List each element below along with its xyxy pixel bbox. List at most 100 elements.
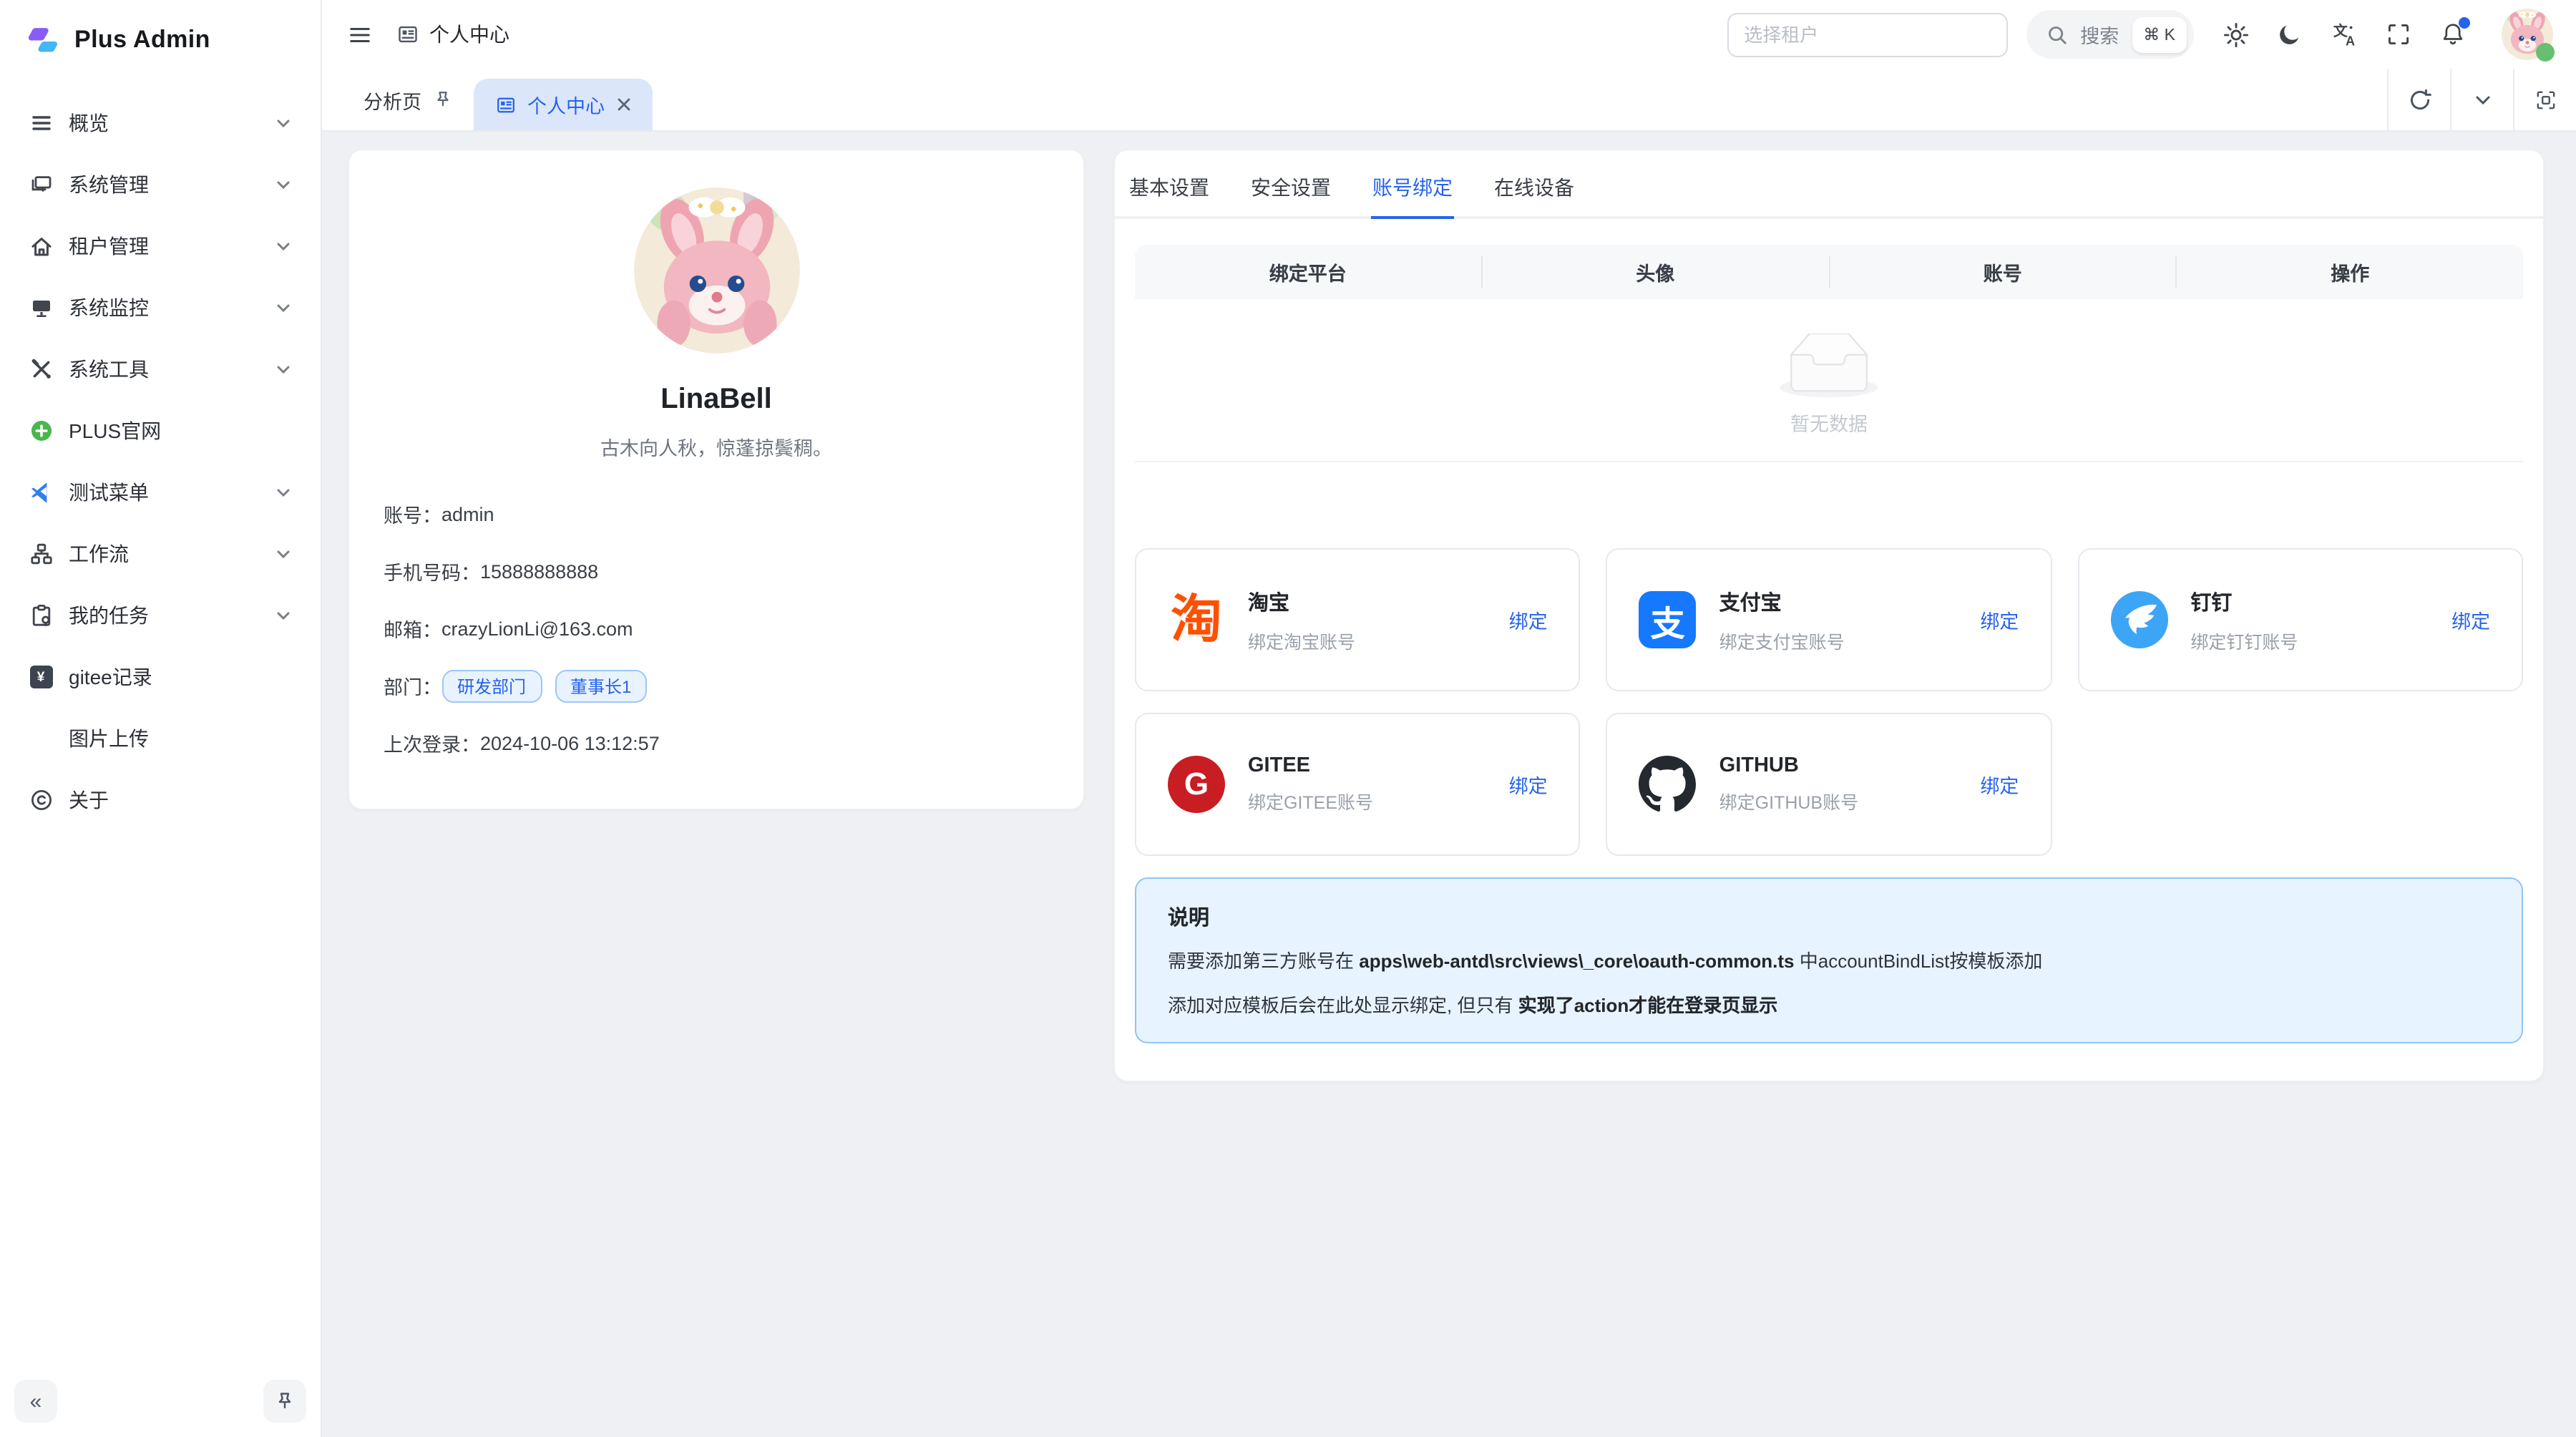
tab-security-settings[interactable]: 安全设置 bbox=[1249, 167, 1332, 216]
sidebar-item-tenant-management[interactable]: 租户管理 bbox=[14, 218, 306, 275]
sidebar-item-my-tasks[interactable]: 我的任务 bbox=[14, 587, 306, 644]
tab-analytics[interactable]: 分析页 bbox=[342, 69, 473, 130]
settings-button[interactable] bbox=[2212, 11, 2258, 57]
breadcrumb[interactable]: 个人中心 bbox=[396, 20, 509, 49]
chevron-down-icon bbox=[275, 484, 292, 501]
email-value: crazyLionLi@163.com bbox=[441, 618, 633, 639]
platform-name: 淘宝 bbox=[1248, 586, 1355, 616]
moon-icon bbox=[2277, 21, 2303, 47]
sidebar: Plus Admin 概览 系统管理 租户管理 bbox=[0, 0, 322, 1437]
app-title: Plus Admin bbox=[74, 26, 210, 54]
column-header-platform: 绑定平台 bbox=[1135, 258, 1481, 286]
tools-icon bbox=[29, 357, 53, 381]
copyright-icon bbox=[29, 788, 53, 812]
sidebar-toggle-button[interactable] bbox=[336, 11, 382, 57]
search-icon bbox=[2046, 24, 2067, 45]
svg-text:A: A bbox=[2345, 33, 2354, 47]
notifications-button[interactable] bbox=[2430, 11, 2476, 57]
github-icon bbox=[1639, 756, 1697, 813]
tab-label: 个人中心 bbox=[527, 90, 605, 119]
tab-basic-settings[interactable]: 基本设置 bbox=[1128, 167, 1211, 216]
content-fullscreen-button[interactable] bbox=[2513, 69, 2576, 130]
sidebar-item-overview[interactable]: 概览 bbox=[14, 94, 306, 152]
online-status-dot bbox=[2536, 43, 2555, 62]
vscode-icon bbox=[29, 480, 53, 505]
platform-desc: 绑定钉钉账号 bbox=[2190, 626, 2298, 653]
chevron-down-icon bbox=[2472, 89, 2492, 109]
pin-icon[interactable] bbox=[433, 90, 452, 109]
close-icon[interactable] bbox=[616, 97, 630, 112]
chevron-down-icon bbox=[275, 238, 292, 255]
settings-panel: 基本设置 安全设置 账号绑定 在线设备 绑定平台 头像 账号 操作 bbox=[1113, 149, 2545, 1082]
refresh-button[interactable] bbox=[2387, 69, 2450, 130]
global-search-button[interactable]: 搜索 ⌘ K bbox=[2026, 10, 2194, 59]
sidebar-item-workflow[interactable]: 工作流 bbox=[14, 525, 306, 583]
column-header-actions: 操作 bbox=[2177, 258, 2524, 286]
platform-name: GITHUB bbox=[1719, 754, 1858, 777]
note-title: 说明 bbox=[1168, 902, 2490, 932]
sidebar-item-test-menu[interactable]: 测试菜单 bbox=[14, 464, 306, 521]
binding-card-github: GITHUB 绑定GITHUB账号 绑定 bbox=[1606, 713, 2052, 856]
fullscreen-button[interactable] bbox=[2376, 11, 2421, 57]
account-value: admin bbox=[441, 503, 494, 525]
monitor-icon bbox=[29, 172, 53, 197]
dark-mode-button[interactable] bbox=[2267, 11, 2313, 57]
sidebar-item-image-upload[interactable]: 图片上传 bbox=[14, 710, 306, 767]
binding-card-gitee: G GITEE 绑定GITEE账号 绑定 bbox=[1135, 713, 1581, 856]
user-avatar[interactable] bbox=[2502, 9, 2553, 60]
bind-link[interactable]: 绑定 bbox=[2451, 605, 2490, 634]
translate-icon: 文A bbox=[2331, 21, 2358, 48]
column-header-avatar: 头像 bbox=[1483, 258, 1829, 286]
profile-account-row: 账号： admin bbox=[384, 497, 1049, 531]
empty-state: 暂无数据 bbox=[1135, 299, 2523, 462]
tenant-select-input[interactable] bbox=[1727, 12, 2007, 57]
sidebar-item-system-tools[interactable]: 系统工具 bbox=[14, 341, 306, 398]
main-area: 个人中心 搜索 ⌘ K bbox=[322, 0, 2576, 1437]
sidebar-item-label: 我的任务 bbox=[69, 601, 149, 630]
column-header-account: 账号 bbox=[1830, 258, 2176, 286]
fullscreen-icon bbox=[2386, 21, 2411, 47]
content-area: LinaBell 古木向人秋，惊蓬掠鬓稠。 账号： admin 手机号码： 15… bbox=[322, 132, 2576, 1437]
header-actions: 搜索 ⌘ K 文 bbox=[1727, 9, 2553, 60]
table-header-row: 绑定平台 头像 账号 操作 bbox=[1135, 245, 2523, 299]
tab-online-devices[interactable]: 在线设备 bbox=[1493, 167, 1576, 216]
gear-icon bbox=[2222, 21, 2249, 48]
bind-link[interactable]: 绑定 bbox=[1509, 605, 1548, 634]
sidebar-item-label: gitee记录 bbox=[69, 663, 152, 691]
sidebar-item-system-management[interactable]: 系统管理 bbox=[14, 156, 306, 213]
sidebar-item-gitee-record[interactable]: ¥ gitee记录 bbox=[14, 648, 306, 706]
tab-account-binding[interactable]: 账号绑定 bbox=[1371, 167, 1454, 219]
tab-menu-button[interactable] bbox=[2450, 69, 2513, 130]
language-button[interactable]: 文A bbox=[2321, 11, 2367, 57]
sidebar-item-label: 租户管理 bbox=[69, 232, 149, 260]
profile-card-icon bbox=[396, 23, 419, 46]
profile-avatar bbox=[633, 187, 799, 354]
gitee-record-icon: ¥ bbox=[29, 665, 53, 689]
profile-card: LinaBell 古木向人秋，惊蓬掠鬓稠。 账号： admin 手机号码： 15… bbox=[348, 149, 1085, 810]
note-line-1: 需要添加第三方账号在 apps\web-antd\src\views\_core… bbox=[1168, 948, 2490, 975]
breadcrumb-label: 个人中心 bbox=[429, 20, 509, 49]
phone-label: 手机号码： bbox=[384, 557, 480, 585]
sidebar-item-label: 系统管理 bbox=[69, 170, 149, 199]
clipboard-icon bbox=[29, 603, 53, 628]
hamburger-icon bbox=[347, 22, 371, 47]
profile-name: LinaBell bbox=[660, 384, 772, 417]
sidebar-item-system-monitor[interactable]: 系统监控 bbox=[14, 279, 306, 336]
dept-tag: 研发部门 bbox=[441, 669, 542, 702]
sidebar-item-about[interactable]: 关于 bbox=[14, 771, 306, 829]
sidebar-item-label: 工作流 bbox=[69, 540, 129, 568]
sidebar-item-label: 图片上传 bbox=[69, 724, 149, 753]
sidebar-item-plus-website[interactable]: PLUS官网 bbox=[14, 402, 306, 459]
sidebar-pin-button[interactable] bbox=[263, 1380, 306, 1423]
bind-link[interactable]: 绑定 bbox=[1980, 770, 2019, 799]
bind-link[interactable]: 绑定 bbox=[1509, 770, 1548, 799]
tab-profile-center[interactable]: 个人中心 bbox=[473, 79, 652, 130]
platform-desc: 绑定淘宝账号 bbox=[1248, 626, 1355, 653]
app-window: Plus Admin 概览 系统管理 租户管理 bbox=[0, 0, 2576, 1437]
account-label: 账号： bbox=[384, 500, 441, 528]
bind-link[interactable]: 绑定 bbox=[1980, 605, 2019, 634]
sidebar-collapse-button[interactable]: « bbox=[14, 1380, 57, 1423]
profile-dept-row: 部门： 研发部门 董事长1 bbox=[384, 668, 1049, 703]
sidebar-footer: « bbox=[0, 1374, 321, 1437]
binding-card-taobao: 淘 淘宝 绑定淘宝账号 绑定 bbox=[1135, 548, 1581, 691]
